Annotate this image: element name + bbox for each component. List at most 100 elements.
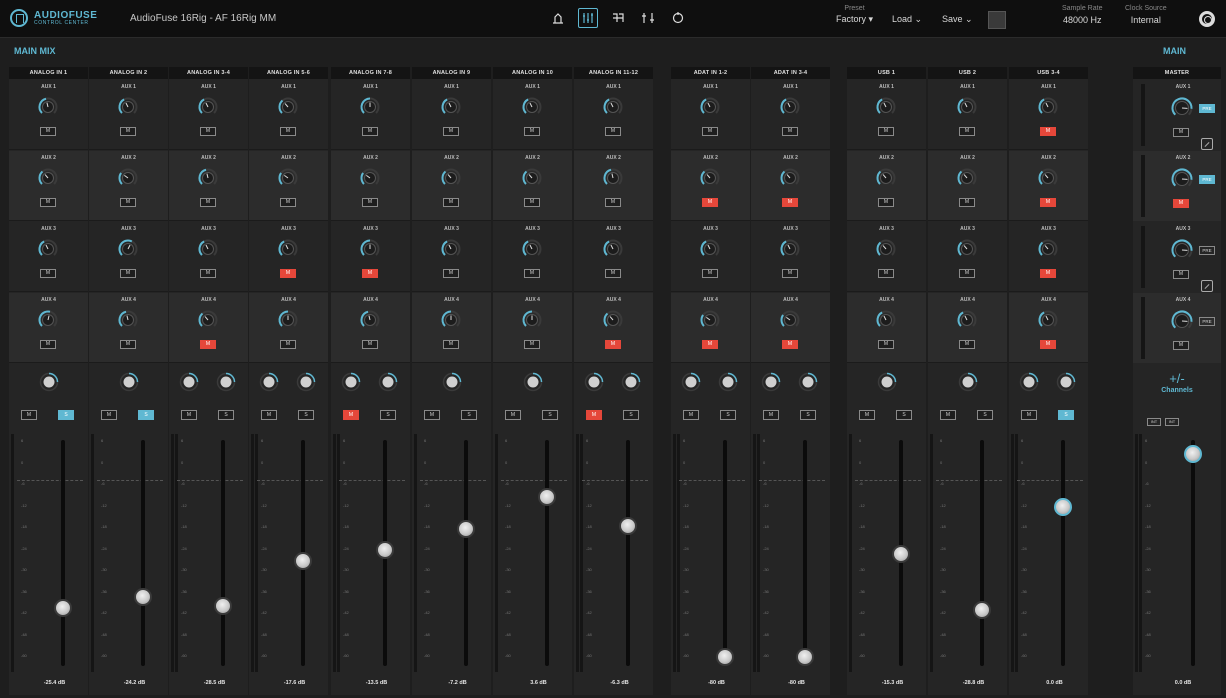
aux-send-knob[interactable] <box>117 309 139 331</box>
solo-button[interactable]: S <box>380 410 396 420</box>
aux-send-knob[interactable] <box>440 96 462 118</box>
aux-send-knob[interactable] <box>117 238 139 260</box>
pan-knob[interactable] <box>442 372 462 392</box>
aux-mute-button[interactable]: M <box>959 340 975 349</box>
aux-mute-button[interactable]: M <box>524 198 540 207</box>
aux-mute-button[interactable]: M <box>605 340 621 349</box>
aux-mute-button[interactable]: M <box>605 269 621 278</box>
pan-knob[interactable] <box>179 372 199 392</box>
master-aux-mute-button[interactable]: M <box>1173 270 1189 279</box>
master-aux-knob[interactable] <box>1170 238 1194 262</box>
aux-mute-button[interactable]: M <box>959 269 975 278</box>
solo-button[interactable]: S <box>977 410 993 420</box>
aux-send-knob[interactable] <box>197 167 219 189</box>
fader-handle[interactable] <box>973 600 991 619</box>
mute-button[interactable]: M <box>586 410 602 420</box>
aux-mute-button[interactable]: M <box>524 269 540 278</box>
aux-mute-button[interactable]: M <box>605 198 621 207</box>
aux-send-knob[interactable] <box>875 238 897 260</box>
aux-mute-button[interactable]: M <box>782 340 798 349</box>
aux-send-knob[interactable] <box>956 167 978 189</box>
mute-button[interactable]: M <box>683 410 699 420</box>
aux-mute-button[interactable]: M <box>878 198 894 207</box>
pan-knob[interactable] <box>681 372 701 392</box>
fader-track[interactable] <box>464 440 468 666</box>
master-option-button[interactable]: INT <box>1165 418 1179 426</box>
aux-send-knob[interactable] <box>440 167 462 189</box>
sample-rate-selector[interactable]: Sample Rate 48000 Hz <box>1062 5 1102 25</box>
aux-mute-button[interactable]: M <box>443 127 459 136</box>
aux-send-knob[interactable] <box>359 309 381 331</box>
mute-button[interactable]: M <box>505 410 521 420</box>
aux-mute-button[interactable]: M <box>362 269 378 278</box>
aux-mute-button[interactable]: M <box>782 127 798 136</box>
aux-mute-button[interactable]: M <box>1040 269 1056 278</box>
aux-mute-button[interactable]: M <box>40 269 56 278</box>
aux-send-knob[interactable] <box>197 309 219 331</box>
master-aux-knob[interactable] <box>1170 309 1194 333</box>
fader-handle[interactable] <box>892 545 910 564</box>
aux-send-knob[interactable] <box>956 309 978 331</box>
aux-mute-button[interactable]: M <box>120 340 136 349</box>
pan-knob[interactable] <box>216 372 236 392</box>
mute-button[interactable]: M <box>859 410 875 420</box>
aux-send-knob[interactable] <box>875 309 897 331</box>
aux-send-knob[interactable] <box>117 96 139 118</box>
aux-mute-button[interactable]: M <box>782 269 798 278</box>
aux-mute-button[interactable]: M <box>443 198 459 207</box>
pan-knob[interactable] <box>296 372 316 392</box>
save-button[interactable]: Save ⌄ <box>942 14 973 25</box>
fader-handle[interactable] <box>457 519 475 538</box>
aux-send-knob[interactable] <box>699 238 721 260</box>
solo-button[interactable]: S <box>461 410 477 420</box>
fader-handle[interactable] <box>294 551 312 570</box>
aux-mute-button[interactable]: M <box>120 269 136 278</box>
aux-send-knob[interactable] <box>602 96 624 118</box>
presets-icon[interactable] <box>548 8 568 28</box>
pan-knob[interactable] <box>1056 372 1076 392</box>
aux-send-knob[interactable] <box>699 167 721 189</box>
aux-mute-button[interactable]: M <box>702 198 718 207</box>
routing-icon[interactable] <box>608 8 628 28</box>
preset-selector[interactable]: Preset Factory ▾ <box>836 5 873 25</box>
aux-mute-button[interactable]: M <box>524 340 540 349</box>
fader-handle[interactable] <box>376 541 394 559</box>
fader-handle[interactable] <box>134 588 152 607</box>
aux-send-knob[interactable] <box>117 167 139 189</box>
fader-track[interactable] <box>1061 440 1065 666</box>
aux-mute-button[interactable]: M <box>120 198 136 207</box>
link-icon[interactable] <box>1201 138 1213 150</box>
solo-button[interactable]: S <box>623 410 639 420</box>
pre-button[interactable]: PRE <box>1199 175 1215 184</box>
settings-sliders-icon[interactable] <box>638 8 658 28</box>
pan-knob[interactable] <box>798 372 818 392</box>
pan-knob[interactable] <box>39 372 59 392</box>
solo-button[interactable]: S <box>720 410 736 420</box>
solo-button[interactable]: S <box>800 410 816 420</box>
aux-mute-button[interactable]: M <box>443 340 459 349</box>
aux-mute-button[interactable]: M <box>200 198 216 207</box>
pan-knob[interactable] <box>523 372 543 392</box>
pan-knob[interactable] <box>958 372 978 392</box>
aux-send-knob[interactable] <box>359 238 381 260</box>
solo-button[interactable]: S <box>58 410 74 420</box>
aux-mute-button[interactable]: M <box>959 127 975 136</box>
master-aux-mute-button[interactable]: M <box>1173 199 1189 208</box>
aux-mute-button[interactable]: M <box>200 340 216 349</box>
aux-mute-button[interactable]: M <box>605 127 621 136</box>
mute-button[interactable]: M <box>763 410 779 420</box>
pan-knob[interactable] <box>584 372 604 392</box>
pre-button[interactable]: PRE <box>1199 104 1215 113</box>
aux-mute-button[interactable]: M <box>200 269 216 278</box>
master-aux-mute-button[interactable]: M <box>1173 341 1189 350</box>
channels-toggle-button[interactable]: +/- Channels <box>1133 365 1221 409</box>
aux-send-knob[interactable] <box>1037 238 1059 260</box>
aux-mute-button[interactable]: M <box>1040 127 1056 136</box>
fader-track[interactable] <box>626 440 630 666</box>
master-aux-mute-button[interactable]: M <box>1173 128 1189 137</box>
solo-button[interactable]: S <box>218 410 234 420</box>
aux-send-knob[interactable] <box>875 167 897 189</box>
aux-send-knob[interactable] <box>779 167 801 189</box>
pan-knob[interactable] <box>341 372 361 392</box>
fader-handle[interactable] <box>619 517 637 536</box>
